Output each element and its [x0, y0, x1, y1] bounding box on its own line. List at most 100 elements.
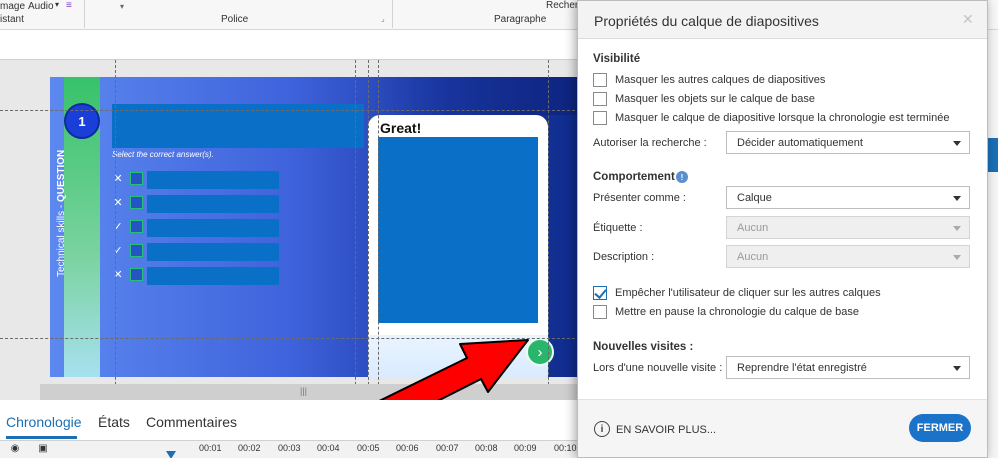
ribbon-assistant-label: istant — [0, 14, 24, 25]
ribbon-group-paragraph: Paragraphe — [494, 14, 547, 25]
eye-icon[interactable]: ◉ — [8, 443, 22, 455]
chevron-down-icon[interactable]: ▾ — [55, 0, 59, 9]
caret-down-icon — [953, 366, 961, 371]
caret-down-icon — [953, 196, 961, 201]
answer-mark-icon: ✓ — [113, 221, 123, 233]
timeline-tick: 00:01 — [199, 443, 222, 453]
list-lines-icon[interactable]: ≡ — [66, 0, 72, 11]
timeline-tick: 00:09 — [514, 443, 537, 453]
guide-line — [355, 60, 356, 400]
answer-row[interactable]: ✓ — [112, 243, 282, 261]
tag-label: Étiquette : — [593, 222, 643, 234]
timeline-tick: 00:05 — [357, 443, 380, 453]
ribbon-audio-label[interactable]: Audio — [28, 1, 54, 12]
guide-line — [0, 338, 590, 339]
present-as-label: Présenter comme : — [593, 192, 686, 204]
playhead-marker[interactable] — [166, 451, 176, 458]
guide-line — [378, 60, 379, 400]
dialog-header: Propriétés du calque de diapositives ✕ — [578, 1, 987, 39]
learn-more-text: EN SAVOIR PLUS... — [616, 424, 717, 436]
allow-seek-label: Autoriser la recherche : — [593, 137, 707, 149]
answer-text-field[interactable] — [147, 267, 279, 285]
on-revisit-label: Lors d'une nouvelle visite : — [593, 362, 723, 374]
answer-mark-icon: ✓ — [113, 245, 123, 257]
tab-comments[interactable]: Commentaires — [146, 414, 237, 430]
timeline-ruler[interactable]: ◉ ▣ 00:01 00:02 00:03 00:04 00:05 00:06 … — [0, 440, 590, 458]
checkbox-checked[interactable] — [593, 286, 607, 300]
checkbox[interactable] — [593, 305, 607, 319]
select-value: Calque — [737, 192, 772, 204]
close-icon[interactable]: ✕ — [962, 11, 974, 28]
answer-row[interactable]: ✓ — [112, 219, 282, 237]
checkbox[interactable] — [593, 111, 607, 125]
chevron-down-icon[interactable]: ▾ — [120, 2, 124, 11]
answer-checkbox[interactable] — [130, 220, 143, 233]
ribbon-group-font: Police — [221, 14, 249, 25]
present-as-select[interactable]: Calque — [726, 186, 970, 209]
dialog-launcher-icon[interactable]: ⌟ — [381, 14, 385, 23]
tag-select: Aucun — [726, 216, 970, 239]
info-icon[interactable]: ! — [676, 171, 688, 183]
next-arrow-button[interactable]: › — [526, 338, 554, 366]
tab-timeline[interactable]: Chronologie — [6, 414, 82, 430]
timeline-tick: 00:07 — [436, 443, 459, 453]
caret-down-icon — [953, 141, 961, 146]
answer-row[interactable]: ✕ — [112, 267, 282, 285]
dialog-title: Propriétés du calque de diapositives — [594, 13, 819, 29]
answer-checkbox[interactable] — [130, 244, 143, 257]
feedback-footer-area — [368, 335, 548, 377]
answer-text-field[interactable] — [147, 243, 279, 261]
ribbon-separator — [84, 0, 85, 28]
lock-icon[interactable]: ▣ — [36, 443, 50, 455]
tab-states[interactable]: États — [98, 414, 130, 430]
guide-line — [548, 60, 549, 400]
option-label: Empêcher l'utilisateur de cliquer sur le… — [615, 287, 881, 299]
timeline-tick: 00:02 — [238, 443, 261, 453]
description-label: Description : — [593, 251, 655, 263]
question-vertical-label-text: Technical skills - — [56, 201, 67, 277]
answer-text-field[interactable] — [147, 171, 279, 189]
checkbox[interactable] — [593, 73, 607, 87]
timeline-tick: 00:08 — [475, 443, 498, 453]
question-vertical-label-bold: QUESTION — [56, 149, 67, 202]
timeline-tick: 00:10 — [554, 443, 577, 453]
allow-seek-select[interactable]: Décider automatiquement — [726, 131, 970, 154]
timeline-tick: 00:03 — [278, 443, 301, 453]
guide-line — [115, 60, 116, 400]
option-label: Masquer les objets sur le calque de base — [615, 93, 815, 105]
guide-line — [0, 110, 590, 111]
answer-text-field[interactable] — [147, 195, 279, 213]
active-tab-indicator — [6, 436, 77, 439]
answer-checkbox[interactable] — [130, 172, 143, 185]
select-value: Aucun — [737, 222, 769, 234]
stage-horizontal-scrollbar[interactable]: ||| — [40, 384, 580, 400]
select-value: Aucun — [737, 251, 769, 263]
answer-checkbox[interactable] — [130, 196, 143, 209]
answer-text-field[interactable] — [147, 219, 279, 237]
select-value: Reprendre l'état enregistré — [737, 362, 867, 374]
answer-mark-icon: ✕ — [113, 269, 123, 281]
answer-row[interactable]: ✕ — [112, 195, 282, 213]
section-behavior-heading: Comportement — [593, 171, 675, 183]
slide-canvas[interactable]: 1 Technical skills - QUESTION Select the… — [50, 77, 580, 377]
option-label: Masquer le calque de diapositive lorsque… — [615, 112, 950, 124]
scrollbar-grip-icon[interactable]: ||| — [300, 386, 307, 396]
question-instruction: Select the correct answer(s). — [112, 150, 214, 159]
answer-checkbox[interactable] — [130, 268, 143, 281]
answer-mark-icon: ✕ — [113, 197, 123, 209]
checkbox[interactable] — [593, 92, 607, 106]
answer-row[interactable]: ✕ — [112, 171, 282, 189]
on-revisit-select[interactable]: Reprendre l'état enregistré — [726, 356, 970, 379]
close-button[interactable]: FERMER — [909, 414, 971, 442]
option-label: Masquer les autres calques de diapositiv… — [615, 74, 826, 86]
feedback-title: Great! — [380, 120, 422, 136]
ribbon-separator — [392, 0, 393, 28]
section-revisits-heading: Nouvelles visites : — [593, 341, 694, 353]
caret-down-icon — [953, 226, 961, 231]
dialog-footer: i EN SAVOIR PLUS... FERMER — [578, 399, 987, 457]
timeline-tabs: Chronologie États Commentaires — [0, 400, 590, 440]
ribbon-image-label[interactable]: mage — [0, 1, 25, 12]
ribbon-search-label[interactable]: Recher — [546, 0, 578, 11]
timeline-tick: 00:06 — [396, 443, 419, 453]
feedback-image-placeholder[interactable] — [378, 137, 538, 323]
